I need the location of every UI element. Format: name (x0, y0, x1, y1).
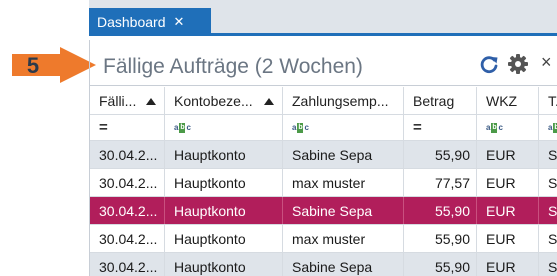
equals-filter-icon: = (99, 119, 108, 136)
table-row[interactable]: 30.04.2... Hauptkonto max muster 77,57 E… (90, 169, 557, 197)
column-header-label: WKZ (486, 92, 518, 109)
cell-payee: max muster (283, 169, 404, 196)
step-marker: 5 (12, 47, 96, 83)
cell-account: Hauptkonto (165, 197, 283, 224)
gear-icon[interactable] (507, 53, 529, 75)
table-row[interactable]: 30.04.2... Hauptkonto Sabine Sepa 55,90 … (90, 253, 557, 276)
cell-amount: 77,57 (404, 169, 477, 196)
cell-due-date: 30.04.2... (90, 141, 165, 168)
cell-type: SI (548, 174, 557, 191)
cell-payee: max muster (283, 225, 404, 252)
cell-amount: 55,90 (404, 225, 477, 252)
grid-filter-row: = abc abc = abc abc (90, 115, 557, 141)
column-header-currency[interactable]: WKZ (477, 87, 539, 114)
cell-type: SI (548, 230, 557, 247)
cell-currency: EUR (477, 169, 539, 196)
cell-type: SI (548, 202, 557, 219)
cell-due-date: 30.04.2... (90, 197, 165, 224)
filter-due-date[interactable]: = (90, 115, 165, 140)
cell-type: SI (548, 258, 557, 275)
tab-dashboard[interactable]: Dashboard ✕ (89, 8, 211, 36)
panel-close-icon[interactable]: × (541, 52, 552, 73)
cell-currency: EUR (477, 253, 539, 276)
sort-ascending-icon[interactable] (264, 98, 274, 105)
grid-header-row: Fälli... Kontobeze... Zahlungsemp... Bet… (90, 87, 557, 115)
column-header-label: Zahlungsemp... (292, 92, 389, 109)
cell-account: Hauptkonto (165, 253, 283, 276)
column-header-payee[interactable]: Zahlungsemp... (283, 87, 404, 114)
text-filter-icon: abc (174, 122, 191, 133)
table-row[interactable]: 30.04.2... Hauptkonto max muster 55,90 E… (90, 225, 557, 253)
cell-account: Hauptkonto (165, 141, 283, 168)
tab-label: Dashboard (97, 14, 166, 30)
step-number: 5 (26, 53, 40, 78)
cell-account: Hauptkonto (165, 169, 283, 196)
column-header-label: Betrag (413, 92, 455, 109)
filter-type[interactable]: abc (539, 115, 557, 140)
column-header-label: T... (548, 92, 557, 109)
cell-payee: Sabine Sepa (283, 197, 404, 224)
cell-currency: EUR (477, 225, 539, 252)
column-header-account[interactable]: Kontobeze... (165, 87, 283, 114)
filter-account[interactable]: abc (165, 115, 283, 140)
filter-amount[interactable]: = (404, 115, 477, 140)
text-filter-icon: abc (292, 122, 309, 133)
column-header-amount[interactable]: Betrag (404, 87, 477, 114)
panel-title: Fällige Aufträge (2 Wochen) (103, 55, 363, 78)
sort-ascending-icon[interactable] (146, 98, 156, 105)
cell-amount: 55,90 (404, 141, 477, 168)
cell-currency: EUR (477, 141, 539, 168)
cell-currency: EUR (477, 197, 539, 224)
due-orders-panel: Fällige Aufträge (2 Wochen) × Fälli... K… (89, 40, 557, 276)
cell-type: SI (548, 146, 557, 163)
column-header-type[interactable]: T... (539, 87, 557, 114)
table-row-selected[interactable]: 30.04.2... Hauptkonto Sabine Sepa 55,90 … (90, 197, 557, 225)
filter-currency[interactable]: abc (477, 115, 539, 140)
cell-amount: 55,90 (404, 253, 477, 276)
cell-due-date: 30.04.2... (90, 225, 165, 252)
equals-filter-icon: = (413, 119, 422, 136)
tab-strip: Dashboard ✕ (89, 0, 557, 36)
cell-payee: Sabine Sepa (283, 141, 404, 168)
cell-account: Hauptkonto (165, 225, 283, 252)
text-filter-icon: abc (548, 122, 557, 133)
orders-grid: Fälli... Kontobeze... Zahlungsemp... Bet… (90, 87, 557, 276)
tab-close-icon[interactable]: ✕ (174, 14, 185, 30)
tab-accent-line (89, 33, 557, 36)
cell-due-date: 30.04.2... (90, 169, 165, 196)
column-header-label: Kontobeze... (174, 92, 253, 109)
cell-amount: 55,90 (404, 197, 477, 224)
refresh-icon[interactable] (478, 54, 500, 76)
panel-header: Fällige Aufträge (2 Wochen) × (90, 40, 557, 86)
column-header-label: Fälli... (99, 92, 137, 109)
column-header-due-date[interactable]: Fälli... (90, 87, 165, 114)
cell-due-date: 30.04.2... (90, 253, 165, 276)
text-filter-icon: abc (486, 122, 503, 133)
cell-payee: Sabine Sepa (283, 253, 404, 276)
filter-payee[interactable]: abc (283, 115, 404, 140)
table-row[interactable]: 30.04.2... Hauptkonto Sabine Sepa 55,90 … (90, 141, 557, 169)
